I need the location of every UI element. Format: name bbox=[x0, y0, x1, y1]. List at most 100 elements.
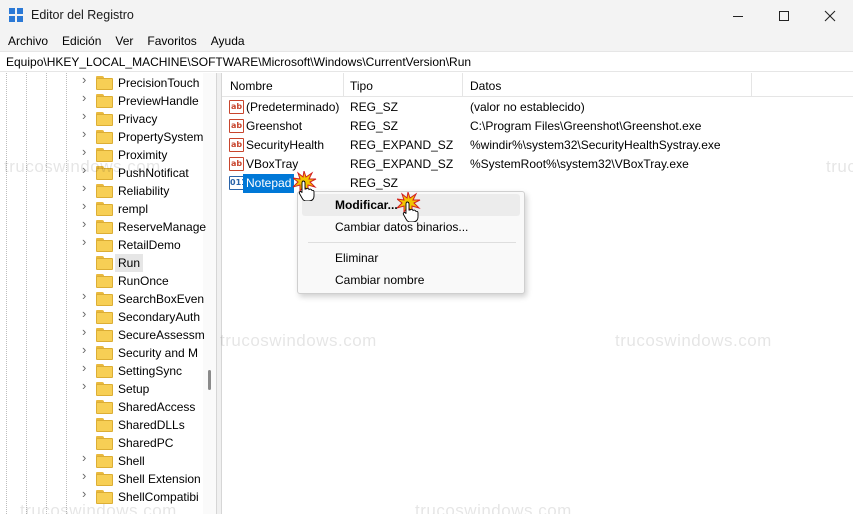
menu-ayuda[interactable]: Ayuda bbox=[203, 31, 251, 51]
chevron-right-icon[interactable]: › bbox=[82, 217, 92, 230]
tree-item-label: SharedDLLs bbox=[118, 418, 185, 432]
tree-item[interactable]: › RetailDemo bbox=[82, 235, 200, 254]
tree-item-label: SearchBoxEven bbox=[118, 292, 205, 306]
chevron-right-icon[interactable]: › bbox=[82, 469, 92, 482]
chevron-right-icon[interactable]: › bbox=[82, 235, 92, 248]
minimize-button[interactable] bbox=[715, 0, 761, 31]
chevron-right-icon[interactable]: › bbox=[82, 127, 92, 140]
folder-icon bbox=[96, 364, 114, 378]
tree-item[interactable]: › SearchBoxEven bbox=[82, 289, 204, 308]
folder-icon bbox=[96, 94, 114, 108]
column-header-datos[interactable]: Datos bbox=[470, 79, 501, 93]
tree-item[interactable]: › Reliability bbox=[82, 181, 200, 200]
registry-editor-icon bbox=[9, 8, 23, 22]
menu-bar: Archivo Edición Ver Favoritos Ayuda bbox=[0, 31, 853, 51]
value-row[interactable]: ab Greenshot REG_SZ C:\Program Files\Greens… bbox=[222, 117, 853, 136]
tree-item[interactable]: › PreviewHandle bbox=[82, 91, 200, 110]
tree-item[interactable]: RunOnce bbox=[82, 272, 200, 290]
column-divider[interactable] bbox=[751, 73, 752, 97]
menu-item-cambiar-nombre[interactable]: Cambiar nombre bbox=[302, 269, 520, 291]
chevron-right-icon[interactable]: › bbox=[82, 109, 92, 122]
menu-edicion[interactable]: Edición bbox=[54, 31, 107, 51]
menu-ver[interactable]: Ver bbox=[107, 31, 139, 51]
click-marker bbox=[395, 191, 423, 223]
tree-item-label: SecondaryAuth bbox=[118, 310, 201, 324]
watermark: trucoswindows.com bbox=[4, 157, 161, 176]
tree-item[interactable]: › rempl bbox=[82, 199, 200, 218]
chevron-right-icon[interactable]: › bbox=[82, 181, 92, 194]
menu-item-label: Cambiar nombre bbox=[335, 273, 425, 287]
menu-favoritos[interactable]: Favoritos bbox=[139, 31, 202, 51]
tree-item[interactable]: Run bbox=[82, 254, 200, 272]
watermark: trucoswindows.com bbox=[826, 157, 853, 176]
tree-item-label: SecureAssessm bbox=[118, 328, 205, 342]
menu-item-label: Modificar... bbox=[335, 198, 398, 212]
tree-item[interactable]: SharedDLLs bbox=[82, 416, 200, 434]
tree-item-label: rempl bbox=[118, 202, 149, 216]
chevron-right-icon[interactable]: › bbox=[82, 343, 92, 356]
folder-icon bbox=[96, 346, 114, 360]
chevron-right-icon[interactable]: › bbox=[82, 199, 92, 212]
folder-icon bbox=[96, 256, 114, 270]
address-bar[interactable]: Equipo\HKEY_LOCAL_MACHINE\SOFTWARE\Micro… bbox=[0, 51, 853, 72]
tree-scrollbar[interactable] bbox=[203, 73, 216, 514]
menu-separator bbox=[308, 242, 516, 243]
tree-item-label: SharedAccess bbox=[118, 400, 196, 414]
tree-item[interactable]: › Setup bbox=[82, 379, 200, 398]
column-header-tipo[interactable]: Tipo bbox=[350, 79, 373, 93]
tree-item-label: Reliability bbox=[118, 184, 170, 198]
folder-icon bbox=[96, 454, 114, 468]
tree-guide-line bbox=[46, 73, 47, 514]
tree-item-label: PrecisionTouch bbox=[118, 76, 200, 90]
column-divider[interactable] bbox=[462, 73, 463, 97]
maximize-button[interactable] bbox=[761, 0, 807, 31]
chevron-right-icon[interactable]: › bbox=[82, 361, 92, 374]
key-tree[interactable]: › PrecisionTouch › PreviewHandle › Privacy › Pr… bbox=[0, 73, 217, 514]
folder-icon bbox=[96, 76, 114, 90]
chevron-right-icon[interactable]: › bbox=[82, 91, 92, 104]
value-row[interactable]: ab SecurityHealth REG_EXPAND_SZ %windir%\sy… bbox=[222, 136, 853, 155]
chevron-right-icon[interactable]: › bbox=[82, 145, 92, 158]
value-name: VBoxTray bbox=[246, 157, 299, 171]
string-value-icon: ab bbox=[229, 157, 244, 171]
tree-item[interactable]: › PrecisionTouch bbox=[82, 73, 200, 92]
column-header-nombre[interactable]: Nombre bbox=[230, 79, 273, 93]
value-type: REG_SZ bbox=[350, 119, 399, 133]
maximize-icon bbox=[779, 10, 789, 21]
menu-archivo[interactable]: Archivo bbox=[0, 31, 54, 51]
column-divider[interactable] bbox=[343, 73, 344, 97]
close-button[interactable] bbox=[807, 0, 853, 31]
tree-scrollbar-thumb[interactable] bbox=[208, 370, 211, 390]
watermark: trucoswindows.com bbox=[20, 501, 177, 514]
chevron-right-icon[interactable]: › bbox=[82, 73, 92, 86]
tree-item[interactable]: › ReserveManage bbox=[82, 217, 206, 236]
chevron-right-icon[interactable]: › bbox=[82, 289, 92, 302]
tree-item[interactable]: › SecondaryAuth bbox=[82, 307, 201, 326]
tree-item[interactable]: › Privacy bbox=[82, 109, 200, 128]
tree-item[interactable]: › PropertySystem bbox=[82, 127, 203, 146]
chevron-right-icon[interactable]: › bbox=[82, 325, 92, 338]
value-type: REG_SZ bbox=[350, 100, 399, 114]
tree-item[interactable]: SharedAccess bbox=[82, 398, 200, 416]
tree-item-label: Privacy bbox=[118, 112, 158, 126]
menu-item-label: Cambiar datos binarios... bbox=[335, 220, 469, 234]
tree-item[interactable]: › Shell Extension bbox=[82, 469, 201, 488]
tree-guide-line bbox=[26, 73, 27, 514]
chevron-right-icon[interactable]: › bbox=[82, 379, 92, 392]
address-path[interactable]: Equipo\HKEY_LOCAL_MACHINE\SOFTWARE\Micro… bbox=[6, 55, 471, 69]
watermark: trucoswindows.com bbox=[220, 331, 377, 350]
tree-item[interactable]: › SecureAssessm bbox=[82, 325, 205, 344]
chevron-right-icon[interactable]: › bbox=[82, 307, 92, 320]
string-value-icon: ab bbox=[229, 119, 244, 133]
chevron-right-icon[interactable]: › bbox=[82, 451, 92, 464]
value-name: (Predeterminado) bbox=[246, 100, 340, 114]
value-row[interactable]: ab (Predeterminado) REG_SZ (valor no establ… bbox=[222, 98, 853, 117]
tree-item[interactable]: › SettingSync bbox=[82, 361, 200, 380]
tree-item[interactable]: › Security and M bbox=[82, 343, 200, 362]
chevron-right-icon[interactable]: › bbox=[82, 487, 92, 500]
folder-icon bbox=[96, 202, 114, 216]
menu-item-eliminar[interactable]: Eliminar bbox=[302, 247, 520, 269]
tree-item[interactable]: SharedPC bbox=[82, 434, 200, 452]
tree-item[interactable]: › Shell bbox=[82, 451, 200, 470]
tree-item-label: Setup bbox=[118, 382, 150, 396]
